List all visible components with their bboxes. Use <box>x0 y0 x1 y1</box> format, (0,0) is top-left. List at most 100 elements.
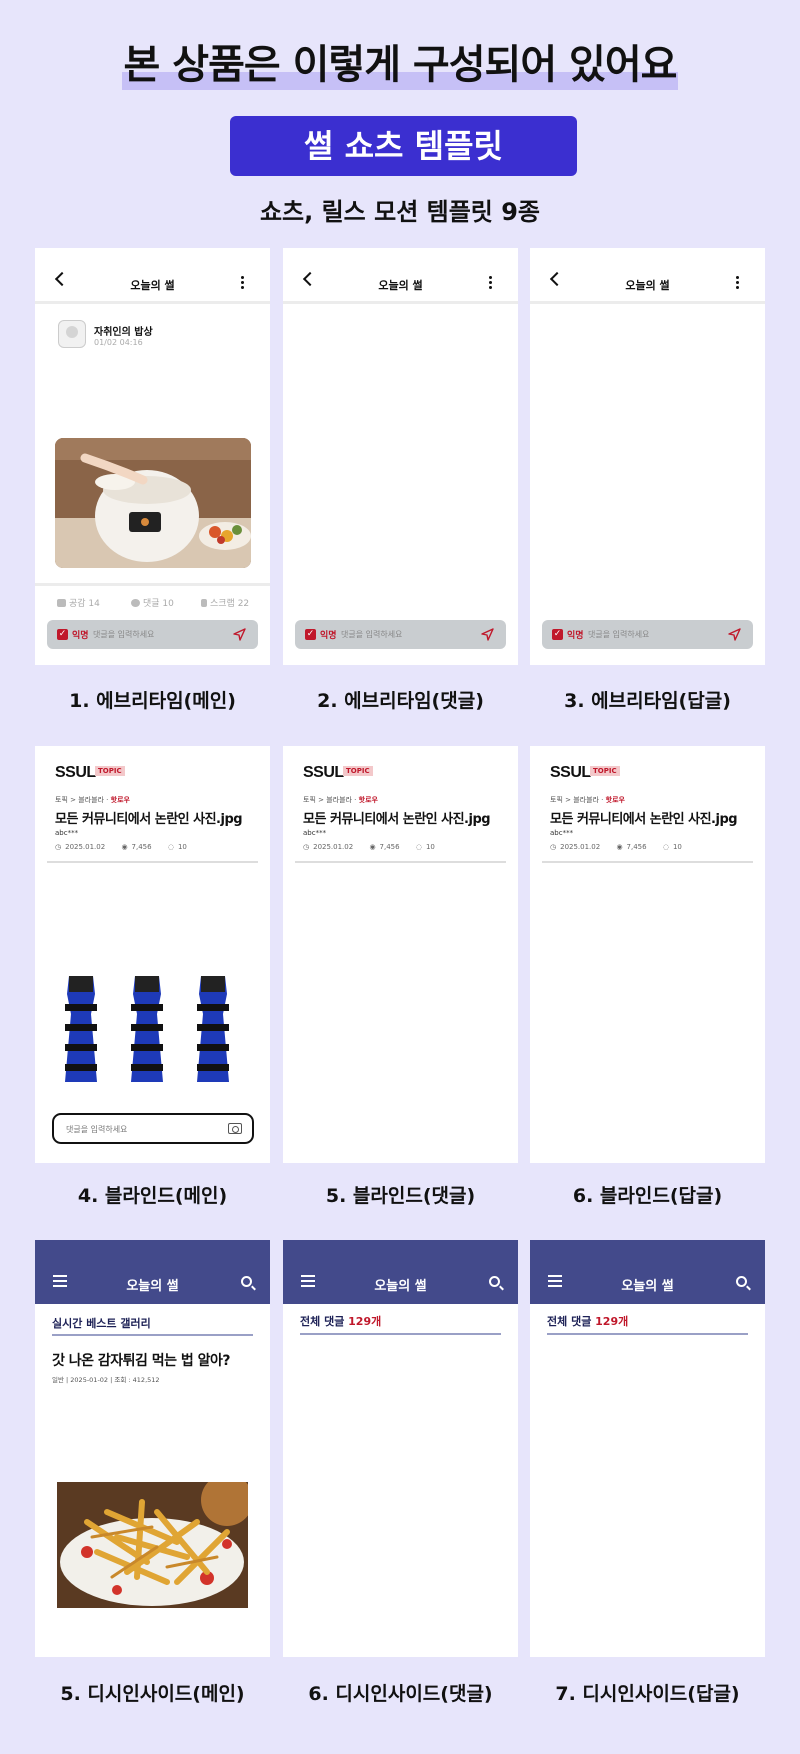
everytime-reply-card: 오늘의 썰 ✓ 익명 댓글을 입력하세요 <box>530 248 765 665</box>
comment-input-bar[interactable]: ✓ 익명 댓글을 입력하세요 <box>295 620 506 649</box>
dcinside-header: 오늘의 썰 <box>283 1240 518 1304</box>
everytime-header: 오늘의 썰 <box>283 248 518 304</box>
rice-cooker-photo <box>55 438 251 568</box>
dcinside-nav-title: 오늘의 썰 <box>374 1279 427 1294</box>
topic-tag: TOPIC <box>95 766 125 776</box>
send-icon[interactable] <box>233 628 246 641</box>
caption-everytime-reply: 3. 에브리타임(답글) <box>564 690 731 712</box>
caption-dcinside-comment: 6. 디시인사이드(댓글) <box>308 1683 493 1705</box>
caption-dcinside-reply: 7. 디시인사이드(답글) <box>555 1683 740 1705</box>
comment-placeholder: 댓글을 입력하세요 <box>66 1125 128 1134</box>
author-name: 자취인의 밥상 <box>94 327 153 338</box>
send-icon[interactable] <box>481 628 494 641</box>
post-title: 모든 커뮤니티에서 논란인 사진.jpg <box>55 812 243 827</box>
divider <box>300 1333 501 1335</box>
ssul-logo: SSUL <box>55 764 96 781</box>
post-actions: 공감 14 댓글 10 스크랩 22 <box>35 583 270 611</box>
caption-everytime-comment: 2. 에브리타임(댓글) <box>317 690 484 712</box>
search-icon[interactable] <box>736 1276 747 1287</box>
comment-count: 전체 댓글 129개 <box>547 1315 629 1328</box>
caption-everytime-main: 1. 에브리타임(메인) <box>69 690 236 712</box>
dcinside-nav-title: 오늘의 썰 <box>126 1279 179 1294</box>
dcinside-header: 오늘의 썰 <box>35 1240 270 1304</box>
comment-placeholder: 댓글을 입력하세요 <box>588 630 650 639</box>
breadcrumb: 토픽 > 블라블라 · 핫로우 <box>55 796 130 804</box>
comment-count: 전체 댓글 129개 <box>300 1315 382 1328</box>
caption-blind-main: 4. 블라인드(메인) <box>77 1185 228 1207</box>
more-icon[interactable] <box>736 276 739 290</box>
divider <box>52 1334 253 1336</box>
comment-icon: ◌ <box>662 843 669 851</box>
like-button[interactable]: 공감 14 <box>57 596 100 609</box>
comment-placeholder: 댓글을 입력하세요 <box>341 630 403 639</box>
template-badge: 썰 쇼츠 템플릿 <box>230 116 577 176</box>
comment-input[interactable]: 댓글을 입력하세요 <box>52 1113 254 1144</box>
dcinside-comment-card: 오늘의 썰 전체 댓글 129개 <box>283 1240 518 1657</box>
anonymous-label: 익명 <box>567 631 584 641</box>
divider <box>47 861 258 863</box>
divider <box>547 1333 748 1335</box>
post-meta: ◷ 2025.01.02 ◉ 7,456 ◌ 10 <box>55 843 187 851</box>
everytime-header: 오늘의 썰 <box>530 248 765 304</box>
breadcrumb: 토픽 > 블라블라 · 핫로우 <box>303 796 378 804</box>
page-subtitle: 쇼츠, 릴스 모션 템플릿 9종 <box>259 198 541 226</box>
blind-comment-card: SSUL TOPIC 토픽 > 블라블라 · 핫로우 모든 커뮤니티에서 논란인… <box>283 746 518 1163</box>
eye-icon: ◉ <box>121 843 128 851</box>
dcinside-reply-card: 오늘의 썰 전체 댓글 129개 <box>530 1240 765 1657</box>
divider <box>542 861 753 863</box>
scrap-button[interactable]: 스크랩 22 <box>201 596 249 609</box>
caption-blind-reply: 6. 블라인드(답글) <box>572 1185 723 1207</box>
send-icon[interactable] <box>728 628 741 641</box>
avatar <box>58 320 86 348</box>
caption-dcinside-main: 5. 디시인사이드(메인) <box>60 1683 245 1705</box>
search-icon[interactable] <box>489 1276 500 1287</box>
blind-main-card: SSUL TOPIC 토픽 > 블라블라 · 핫로우 모든 커뮤니티에서 논란인… <box>35 746 270 1163</box>
post-meta: 일반 | 2025-01-02 | 조회 : 412,512 <box>52 1376 160 1384</box>
eye-icon: ◉ <box>616 843 623 851</box>
more-icon[interactable] <box>241 276 244 290</box>
checkbox-icon[interactable]: ✓ <box>305 629 316 640</box>
comment-icon: ◌ <box>167 843 174 851</box>
more-icon[interactable] <box>489 276 492 290</box>
post-meta: ◷ 2025.01.02 ◉ 7,456 ◌ 10 <box>303 843 435 851</box>
topic-tag: TOPIC <box>343 766 373 776</box>
everytime-nav-title: 오늘의 썰 <box>378 279 423 292</box>
everytime-comment-card: 오늘의 썰 ✓ 익명 댓글을 입력하세요 <box>283 248 518 665</box>
blind-reply-card: SSUL TOPIC 토픽 > 블라블라 · 핫로우 모든 커뮤니티에서 논란인… <box>530 746 765 1163</box>
fries-photo <box>57 1482 248 1608</box>
post-author: abc*** <box>303 829 327 837</box>
ssul-logo: SSUL <box>550 764 591 781</box>
search-icon[interactable] <box>241 1276 252 1287</box>
dcinside-nav-title: 오늘의 썰 <box>621 1279 674 1294</box>
dcinside-main-card: 오늘의 썰 실시간 베스트 갤러리 갓 나온 감자튀김 먹는 법 알아? 일반 … <box>35 1240 270 1657</box>
comment-input-bar[interactable]: ✓ 익명 댓글을 입력하세요 <box>47 620 258 649</box>
clock-icon: ◷ <box>55 843 62 851</box>
everytime-nav-title: 오늘의 썰 <box>625 279 670 292</box>
breadcrumb: 토픽 > 블라블라 · 핫로우 <box>550 796 625 804</box>
post-date: 01/02 04:16 <box>94 338 143 347</box>
anonymous-label: 익명 <box>72 631 89 641</box>
post-author: abc*** <box>55 829 79 837</box>
everytime-header: 오늘의 썰 <box>35 248 270 304</box>
comment-icon: ◌ <box>415 843 422 851</box>
divider <box>295 861 506 863</box>
eye-icon: ◉ <box>369 843 376 851</box>
checkbox-icon[interactable]: ✓ <box>57 629 68 640</box>
post-meta: ◷ 2025.01.02 ◉ 7,456 ◌ 10 <box>550 843 682 851</box>
checkbox-icon[interactable]: ✓ <box>552 629 563 640</box>
dcinside-header: 오늘의 썰 <box>530 1240 765 1304</box>
camera-icon[interactable] <box>228 1123 242 1134</box>
post-title: 모든 커뮤니티에서 논란인 사진.jpg <box>303 812 491 827</box>
clock-icon: ◷ <box>550 843 557 851</box>
topic-tag: TOPIC <box>590 766 620 776</box>
clock-icon: ◷ <box>303 843 310 851</box>
ssul-logo: SSUL <box>303 764 344 781</box>
post-title: 모든 커뮤니티에서 논란인 사진.jpg <box>550 812 738 827</box>
caption-blind-comment: 5. 블라인드(댓글) <box>325 1185 476 1207</box>
comment-count-button[interactable]: 댓글 10 <box>131 596 174 609</box>
everytime-main-card: 오늘의 썰 자취인의 밥상 01/02 04:16 공감 14 댓글 10 스크… <box>35 248 270 665</box>
anonymous-label: 익명 <box>320 631 337 641</box>
comment-input-bar[interactable]: ✓ 익명 댓글을 입력하세요 <box>542 620 753 649</box>
everytime-nav-title: 오늘의 썰 <box>130 279 175 292</box>
comment-placeholder: 댓글을 입력하세요 <box>93 630 155 639</box>
